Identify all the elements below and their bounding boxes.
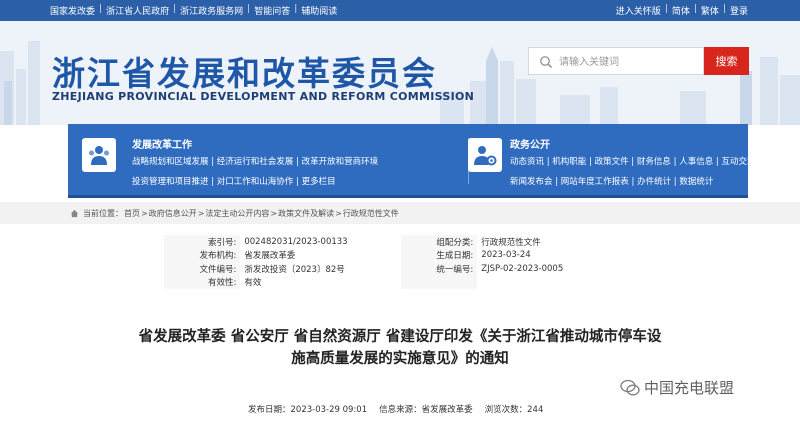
table-row: 发布机构: 省发展改革委 生成日期: 2023-03-24 bbox=[164, 248, 638, 262]
nav-link-case-stats[interactable]: 办件统计 bbox=[637, 177, 671, 187]
meta-label: 索引号: bbox=[164, 235, 241, 249]
nav-link-press[interactable]: 新闻发布会 bbox=[510, 177, 553, 187]
watermark: 中国充电联盟 bbox=[620, 377, 734, 398]
nav-work-row2: 投资管理和项目推进 | 对口工作和山海协作 | 更多栏目 bbox=[132, 177, 336, 187]
link-simplified[interactable]: 简体 bbox=[672, 4, 690, 17]
nav-link-investment[interactable]: 投资管理和项目推进 bbox=[132, 177, 209, 187]
meta-value: 行政规范性文件 bbox=[481, 237, 541, 248]
breadcrumb-sep: > bbox=[197, 209, 205, 218]
divider: | bbox=[99, 4, 103, 14]
meta-label-empty bbox=[400, 275, 478, 289]
meta-value: 002482031/2023-00133 bbox=[244, 236, 348, 247]
top-utility-bar: 国家发改委 | 浙江省人民政府 | 浙江政务服务网 | 智能问答 | 辅助阅读 进入关怀… bbox=[0, 0, 800, 21]
article-title-line2: 施高质量发展的实施意见》的通知 bbox=[291, 351, 509, 367]
table-row: 文件编号: 浙发改投资〔2023〕82号 统一编号: ZJSP-02-2023-… bbox=[164, 262, 638, 276]
header-banner: 浙江省发展和改革委员会 ZHEJIANG PROVINCIAL DEVELOPM… bbox=[0, 21, 800, 125]
meta-value: 2023-03-24 bbox=[481, 250, 531, 261]
watermark-text: 中国充电联盟 bbox=[644, 379, 735, 397]
nav-link-policies[interactable]: 政策文件 bbox=[595, 157, 629, 167]
link-login[interactable]: 登录 bbox=[730, 4, 748, 17]
nav-block-affairs: 政务公开 动态资讯 | 机构职能 | 政策文件 | 财务信息 | 人事信息 | … bbox=[468, 124, 756, 198]
nav-heading-affairs: 政务公开 bbox=[510, 140, 550, 151]
top-right-links: 进入关怀版 | 简体 | 繁体 | 登录 bbox=[616, 4, 748, 17]
nav-link-news[interactable]: 动态资讯 bbox=[510, 157, 544, 167]
nav-link-interaction[interactable]: 互动交流 bbox=[721, 157, 755, 167]
article-title: 省发展改革委 省公安厅 省自然资源厅 省建设厅印发《关于浙江省推动城市停车设 施… bbox=[120, 326, 680, 370]
nav-link-strategy[interactable]: 战略规划和区域发展 bbox=[132, 157, 209, 167]
divider: | bbox=[247, 4, 251, 14]
table-row: 有效性: 有效 bbox=[164, 275, 638, 290]
divider: | bbox=[664, 4, 668, 14]
link-zj-service[interactable]: 浙江政务服务网 bbox=[180, 4, 243, 17]
nav-block-work: 发展改革工作 战略规划和区域发展 | 经济运行和社会发展 | 改革开放和营商环境… bbox=[68, 124, 468, 198]
breadcrumb-gov-info[interactable]: 政府信息公开 bbox=[149, 208, 197, 219]
link-smart-qa[interactable]: 智能问答 bbox=[254, 4, 290, 17]
link-care-mode[interactable]: 进入关怀版 bbox=[616, 4, 661, 17]
document-metadata-table: 索引号: 002482031/2023-00133 组配分类: 行政规范性文件 … bbox=[164, 235, 638, 289]
person-gear-icon bbox=[468, 138, 502, 172]
meta-value: 有效 bbox=[244, 278, 262, 289]
site-subtitle: ZHEJIANG PROVINCIAL DEVELOPMENT AND REFO… bbox=[52, 90, 475, 103]
main-nav-panel: 发展改革工作 战略规划和区域发展 | 经济运行和社会发展 | 改革开放和营商环境… bbox=[68, 124, 756, 198]
nav-link-economy[interactable]: 经济运行和社会发展 bbox=[217, 157, 294, 167]
nav-link-finance[interactable]: 财务信息 bbox=[637, 157, 671, 167]
link-ndrc[interactable]: 国家发改委 bbox=[50, 4, 95, 17]
nav-link-more[interactable]: 更多栏目 bbox=[302, 177, 336, 187]
meta-value: 省发展改革委 bbox=[244, 251, 296, 262]
meta-label: 有效性: bbox=[164, 275, 241, 289]
divider: | bbox=[722, 4, 726, 14]
nav-link-cooperation[interactable]: 对口工作和山海协作 bbox=[217, 177, 294, 187]
link-zj-gov[interactable]: 浙江省人民政府 bbox=[106, 4, 169, 17]
meta-value: ZJSP-02-2023-0005 bbox=[481, 263, 564, 274]
wechat-icon bbox=[620, 379, 640, 395]
nav-link-annual-report[interactable]: 网站年度工作报表 bbox=[561, 177, 629, 187]
breadcrumb-sep: > bbox=[141, 209, 148, 218]
search-input[interactable] bbox=[559, 52, 699, 72]
divider: | bbox=[173, 4, 177, 14]
breadcrumb-sep: > bbox=[270, 209, 278, 218]
people-icon bbox=[82, 138, 116, 172]
nav-link-functions[interactable]: 机构职能 bbox=[552, 157, 586, 167]
meta-value-empty bbox=[477, 276, 638, 290]
breadcrumb-policy[interactable]: 政策文件及解读 bbox=[278, 208, 334, 219]
divider: | bbox=[294, 4, 298, 14]
breadcrumb-normative[interactable]: 行政规范性文件 bbox=[343, 208, 399, 219]
link-traditional[interactable]: 繁体 bbox=[701, 4, 719, 17]
info-source: 信息来源：省发展改革委 bbox=[379, 405, 473, 415]
article-title-line1: 省发展改革委 省公安厅 省自然资源厅 省建设厅印发《关于浙江省推动城市停车设 bbox=[138, 329, 662, 345]
breadcrumb-prefix: 当前位置： bbox=[83, 209, 123, 218]
meta-label: 生成日期: bbox=[400, 248, 478, 262]
meta-label: 发布机构: bbox=[164, 248, 241, 262]
view-count: 浏览次数：244 bbox=[484, 405, 544, 415]
meta-label: 组配分类: bbox=[400, 235, 478, 249]
nav-link-reform[interactable]: 改革开放和营商环境 bbox=[302, 157, 379, 167]
site-title: 浙江省发展和改革委员会 bbox=[52, 54, 437, 93]
divider: | bbox=[693, 4, 697, 14]
nav-heading-work: 发展改革工作 bbox=[132, 140, 192, 151]
meta-value: 浙发改投资〔2023〕82号 bbox=[244, 264, 345, 275]
table-row: 索引号: 002482031/2023-00133 组配分类: 行政规范性文件 bbox=[164, 235, 638, 249]
meta-label: 文件编号: bbox=[164, 262, 241, 276]
breadcrumb-statutory[interactable]: 法定主动公开内容 bbox=[205, 208, 269, 219]
breadcrumb-home[interactable]: 首页 bbox=[124, 208, 140, 219]
nav-affairs-row2: 新闻发布会 | 网站年度工作报表 | 办件统计 | 数据统计 bbox=[510, 177, 714, 187]
breadcrumb: 当前位置： 首页 > 政府信息公开 > 法定主动公开内容 > 政策文件及解读 > 行政规… bbox=[70, 208, 399, 219]
location-icon bbox=[70, 209, 79, 218]
top-left-links: 国家发改委 | 浙江省人民政府 | 浙江政务服务网 | 智能问答 | 辅助阅读 bbox=[50, 4, 337, 17]
meta-label: 统一编号: bbox=[400, 262, 478, 276]
breadcrumb-sep: > bbox=[335, 209, 342, 218]
nav-affairs-row1: 动态资讯 | 机构职能 | 政策文件 | 财务信息 | 人事信息 | 互动交流 bbox=[510, 157, 756, 167]
search-button[interactable]: 搜索 bbox=[704, 47, 749, 75]
search-icon bbox=[540, 56, 553, 69]
nav-link-data-stats[interactable]: 数据统计 bbox=[679, 177, 713, 187]
publish-date: 发布日期：2023-03-29 09:01 bbox=[248, 405, 368, 415]
breadcrumb-bar: 当前位置： 首页 > 政府信息公开 > 法定主动公开内容 > 政策文件及解读 > 行政规… bbox=[0, 202, 800, 224]
link-assist-read[interactable]: 辅助阅读 bbox=[301, 4, 337, 17]
nav-work-row1: 战略规划和区域发展 | 经济运行和社会发展 | 改革开放和营商环境 bbox=[132, 157, 379, 167]
publish-info: 发布日期：2023-03-29 09:01 信息来源：省发展改革委 浏览次数：2… bbox=[248, 403, 543, 415]
nav-link-personnel[interactable]: 人事信息 bbox=[679, 157, 713, 167]
search-box bbox=[528, 47, 704, 75]
